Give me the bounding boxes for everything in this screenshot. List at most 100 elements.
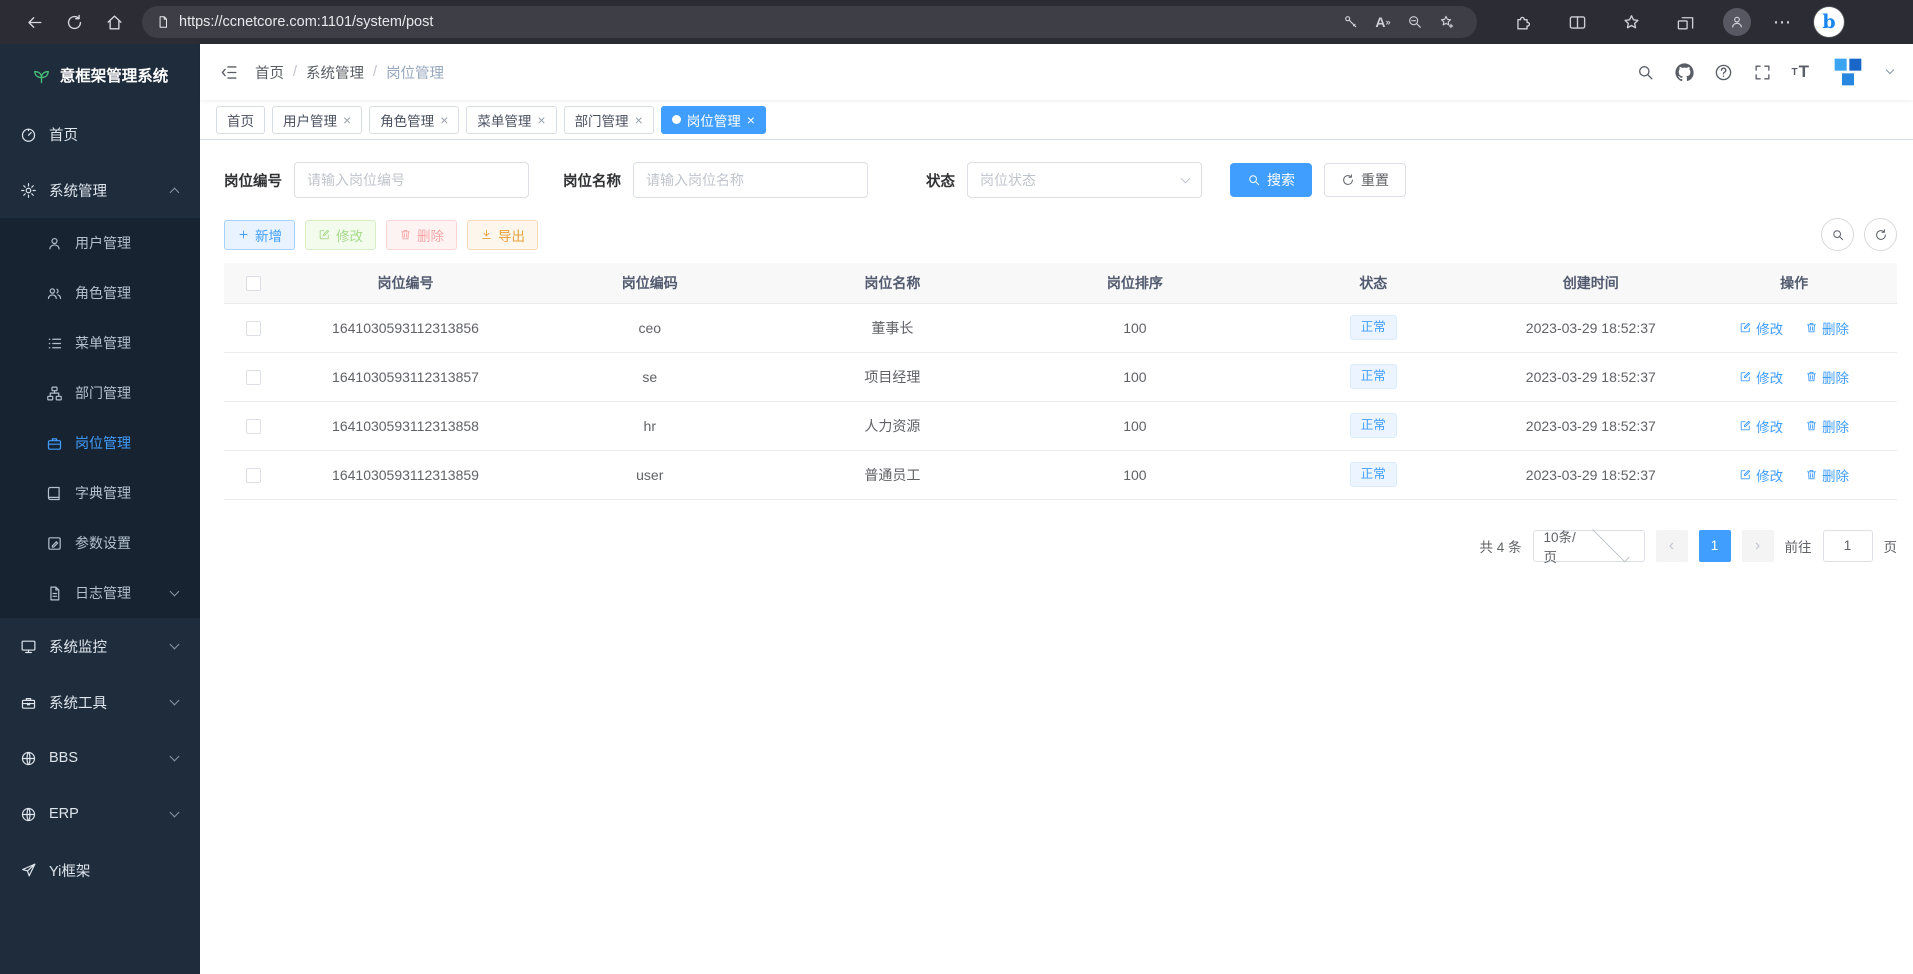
column-header-post-code: 岗位编码	[528, 263, 771, 303]
post-name-input[interactable]	[633, 162, 868, 198]
row-edit-button[interactable]: 修改	[1739, 367, 1783, 387]
page-size-select[interactable]: 10条/页	[1533, 530, 1645, 562]
page-number-button[interactable]: 1	[1699, 530, 1731, 562]
globe-icon	[20, 750, 37, 767]
refresh-icon	[1341, 173, 1355, 187]
add-button[interactable]: 新增	[224, 220, 295, 250]
tab-menu-mgmt[interactable]: 菜单管理×	[466, 106, 556, 134]
row-checkbox[interactable]	[246, 419, 261, 434]
help-icon[interactable]	[1714, 63, 1733, 82]
row-checkbox[interactable]	[246, 468, 261, 483]
post-id-input[interactable]	[294, 162, 529, 198]
status-badge: 正常	[1350, 364, 1397, 390]
search-icon[interactable]	[1636, 63, 1655, 82]
extensions-icon[interactable]	[1507, 8, 1539, 36]
row-edit-button[interactable]: 修改	[1739, 318, 1783, 338]
page-content: 岗位编号 岗位名称 状态 岗位状态 搜索 重置	[200, 140, 1913, 974]
sidebar-item-role-mgmt[interactable]: 角色管理	[0, 268, 200, 318]
cell-created-time: 2023-03-29 18:52:37	[1490, 450, 1691, 499]
prev-page-button[interactable]: ‹	[1656, 530, 1688, 562]
sidebar-item-menu-mgmt[interactable]: 菜单管理	[0, 318, 200, 368]
export-button[interactable]: 导出	[467, 220, 538, 250]
user-avatar[interactable]	[1829, 53, 1867, 91]
browser-refresh-button[interactable]	[54, 5, 94, 39]
tab-home[interactable]: 首页	[216, 106, 265, 134]
refresh-table-button[interactable]	[1864, 218, 1897, 251]
sidebar-item-system-monitor[interactable]: 系统监控	[0, 618, 200, 674]
row-checkbox[interactable]	[246, 321, 261, 336]
monitor-icon	[20, 638, 37, 655]
collections-icon[interactable]	[1669, 8, 1701, 36]
next-page-button[interactable]: ›	[1742, 530, 1774, 562]
sidebar-item-dict-mgmt[interactable]: 字典管理	[0, 468, 200, 518]
select-all-checkbox[interactable]	[246, 276, 261, 291]
search-button[interactable]: 搜索	[1230, 163, 1312, 197]
row-edit-button[interactable]: 修改	[1739, 465, 1783, 485]
row-delete-button[interactable]: 删除	[1805, 367, 1849, 387]
breadcrumb-current: 岗位管理	[386, 62, 444, 83]
sidebar-item-system-mgmt[interactable]: 系统管理	[0, 162, 200, 218]
read-aloud-icon[interactable]: A»	[1367, 8, 1399, 36]
breadcrumb-system[interactable]: 系统管理	[306, 62, 364, 83]
sidebar-item-user-mgmt[interactable]: 用户管理	[0, 218, 200, 268]
sidebar-item-log-mgmt[interactable]: 日志管理	[0, 568, 200, 618]
sidebar-item-yi-framework[interactable]: Yi框架	[0, 842, 200, 898]
browser-back-button[interactable]	[14, 5, 54, 39]
url-text[interactable]: https://ccnetcore.com:1101/system/post	[179, 14, 1335, 30]
tab-post-mgmt-active[interactable]: 岗位管理×	[661, 106, 766, 134]
tab-user-mgmt[interactable]: 用户管理×	[272, 106, 362, 134]
goto-page-input[interactable]	[1823, 530, 1873, 562]
tab-role-mgmt[interactable]: 角色管理×	[369, 106, 459, 134]
split-screen-icon[interactable]	[1561, 8, 1593, 36]
row-delete-button[interactable]: 删除	[1805, 465, 1849, 485]
passwords-key-icon[interactable]	[1335, 8, 1367, 36]
tab-close-icon[interactable]: ×	[635, 113, 643, 127]
sidebar-item-system-tools[interactable]: 系统工具	[0, 674, 200, 730]
search-icon	[1247, 173, 1261, 187]
status-badge: 正常	[1350, 413, 1397, 439]
tab-close-icon[interactable]: ×	[343, 113, 351, 127]
address-bar[interactable]: https://ccnetcore.com:1101/system/post A…	[142, 6, 1477, 38]
table-row: 1641030593112313858 hr 人力资源 100 正常 2023-…	[224, 401, 1897, 450]
cell-created-time: 2023-03-29 18:52:37	[1490, 303, 1691, 352]
favorites-add-icon[interactable]	[1431, 8, 1463, 36]
table-row: 1641030593112313859 user 普通员工 100 正常 202…	[224, 450, 1897, 499]
edit-icon	[1739, 321, 1752, 334]
app-logo[interactable]: 意框架管理系统	[0, 44, 200, 106]
sidebar-item-post-mgmt[interactable]: 岗位管理	[0, 418, 200, 468]
sidebar-item-home[interactable]: 首页	[0, 106, 200, 162]
row-checkbox[interactable]	[246, 370, 261, 385]
profile-avatar[interactable]	[1723, 8, 1751, 36]
sidebar-toggle-icon[interactable]	[220, 63, 239, 82]
list-icon	[46, 335, 63, 352]
tab-close-icon[interactable]: ×	[440, 113, 448, 127]
fullscreen-icon[interactable]	[1753, 63, 1772, 82]
bing-sidebar-icon[interactable]: b	[1814, 7, 1844, 37]
favorites-icon[interactable]	[1615, 8, 1647, 36]
tab-close-icon[interactable]: ×	[747, 113, 755, 127]
font-size-icon[interactable]: TT	[1792, 62, 1810, 82]
browser-actions: ⋯ b	[1507, 7, 1844, 37]
row-edit-button[interactable]: 修改	[1739, 416, 1783, 436]
sidebar-item-erp[interactable]: ERP	[0, 786, 200, 842]
row-delete-button[interactable]: 删除	[1805, 318, 1849, 338]
reset-button[interactable]: 重置	[1324, 163, 1406, 197]
settings-ellipsis-icon[interactable]: ⋯	[1773, 12, 1792, 33]
edit-button[interactable]: 修改	[305, 220, 376, 250]
sidebar-item-bbs[interactable]: BBS	[0, 730, 200, 786]
zoom-out-icon[interactable]	[1399, 8, 1431, 36]
sidebar-item-param-settings[interactable]: 参数设置	[0, 518, 200, 568]
row-delete-button[interactable]: 删除	[1805, 416, 1849, 436]
avatar-caret-icon[interactable]	[1886, 66, 1894, 74]
status-select[interactable]: 岗位状态	[967, 162, 1202, 198]
delete-button[interactable]: 删除	[386, 220, 457, 250]
tab-dept-mgmt[interactable]: 部门管理×	[564, 106, 654, 134]
toggle-search-button[interactable]	[1821, 218, 1854, 251]
table-toolbar: 新增 修改 删除 导出	[224, 218, 1897, 251]
cell-post-id: 1641030593112313859	[283, 450, 529, 499]
github-icon[interactable]	[1675, 63, 1694, 82]
tab-close-icon[interactable]: ×	[537, 113, 545, 127]
sidebar-item-dept-mgmt[interactable]: 部门管理	[0, 368, 200, 418]
breadcrumb-home[interactable]: 首页	[255, 62, 284, 83]
browser-home-button[interactable]	[94, 5, 134, 39]
